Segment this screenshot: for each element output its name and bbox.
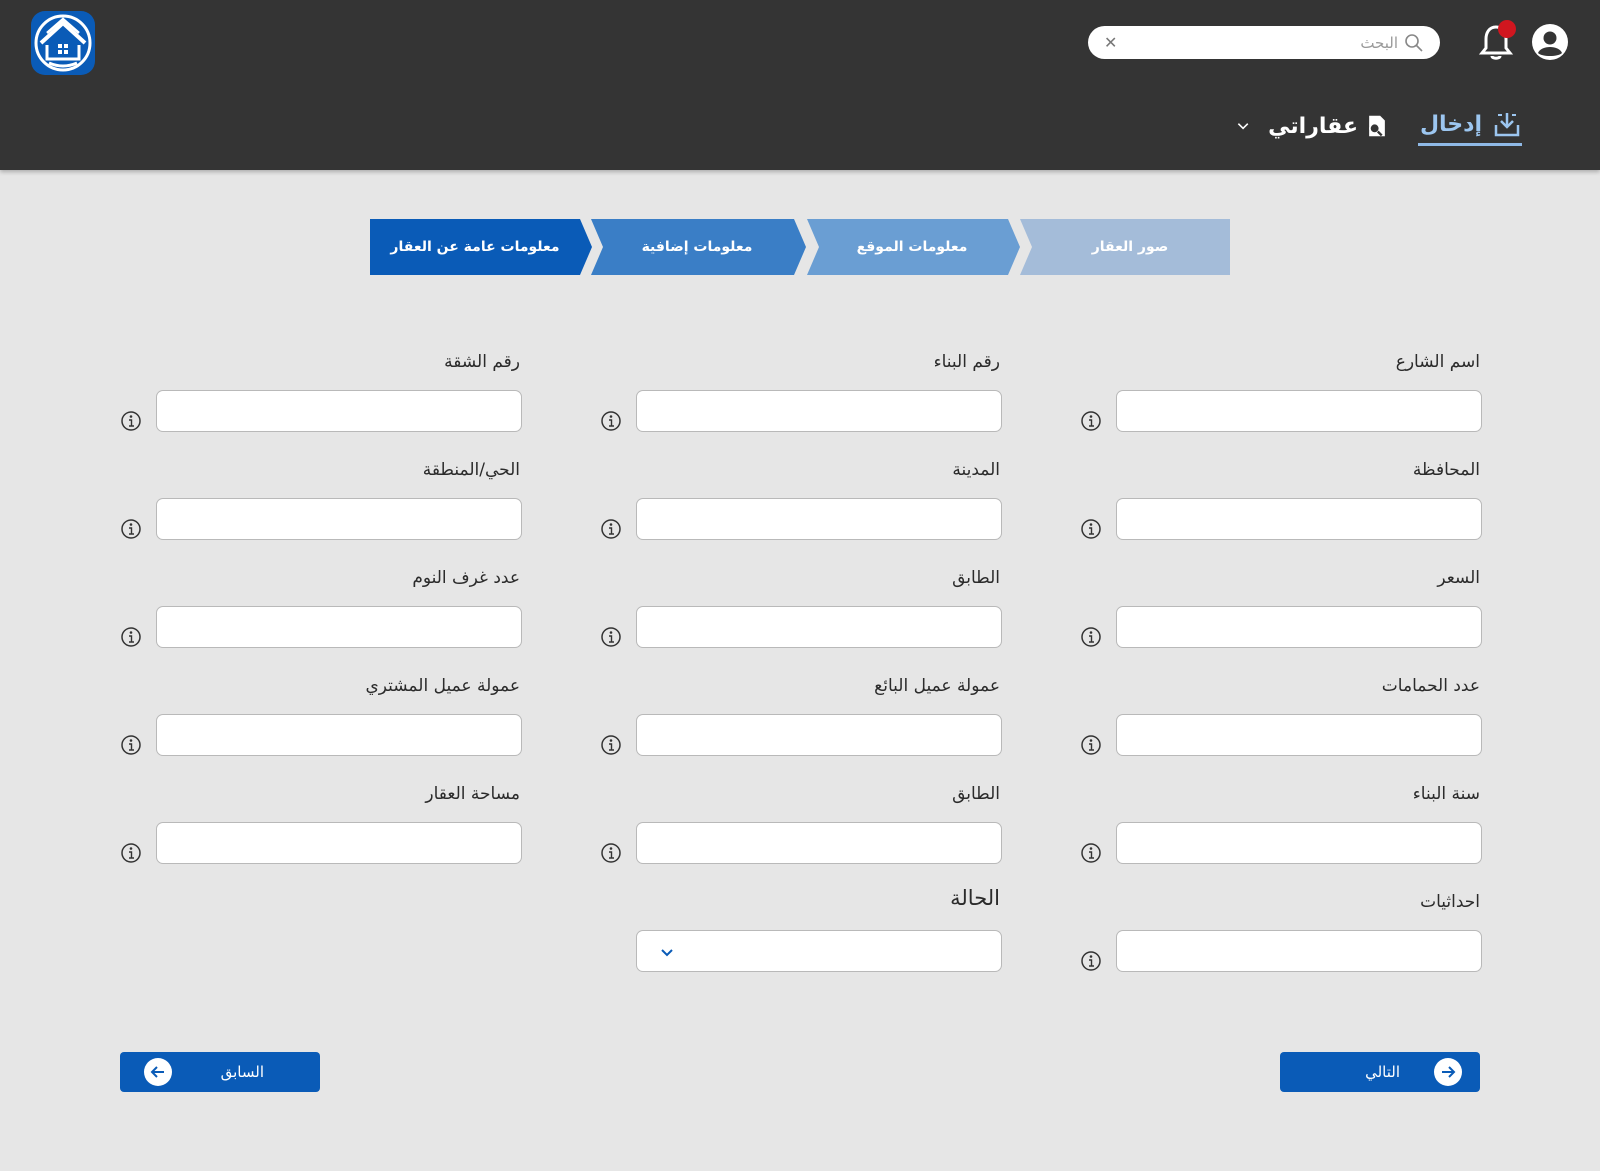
download-tray-icon	[1494, 112, 1520, 136]
info-icon[interactable]	[600, 842, 622, 864]
district-input[interactable]	[156, 498, 522, 540]
step-general-label: معلومات عامة عن العقار	[390, 239, 560, 255]
info-icon[interactable]	[120, 518, 142, 540]
field-label-district: الحي/المنطقة	[422, 460, 520, 480]
field-label-floor: الطابق	[952, 568, 1000, 588]
arrow-right-circle-icon	[1434, 1058, 1462, 1086]
field-label-floor-2: الطابق	[952, 784, 1000, 804]
info-icon[interactable]	[600, 518, 622, 540]
governorate-input[interactable]	[1116, 498, 1482, 540]
chevron-down-icon[interactable]	[1236, 117, 1250, 135]
step-property-photos[interactable]: صور العقار	[1030, 219, 1230, 275]
field-label-area: مساحة العقار	[425, 784, 520, 804]
bedrooms-input[interactable]	[156, 606, 522, 648]
search-icon	[1405, 33, 1423, 52]
previous-button[interactable]: السابق	[120, 1052, 320, 1092]
price-input[interactable]	[1116, 606, 1482, 648]
nav-entry-label: إدخال	[1419, 112, 1482, 137]
city-input[interactable]	[636, 498, 1002, 540]
field-label-apartment-number: رقم الشقة	[444, 352, 520, 372]
field-label-building-number: رقم البناء	[933, 352, 1000, 372]
field-label-city: المدينة	[952, 460, 1000, 480]
field-label-status: الحالة	[950, 886, 1000, 910]
info-icon[interactable]	[600, 410, 622, 432]
seller-commission-input[interactable]	[636, 714, 1002, 756]
field-label-bedrooms: عدد غرف النوم	[412, 568, 520, 588]
field-label-street: اسم الشارع	[1395, 352, 1480, 372]
status-select[interactable]	[636, 930, 1002, 972]
info-icon[interactable]	[600, 734, 622, 756]
street-name-input[interactable]	[1116, 390, 1482, 432]
next-button[interactable]: التالي	[1280, 1052, 1480, 1092]
info-icon[interactable]	[600, 626, 622, 648]
info-icon[interactable]	[120, 626, 142, 648]
user-avatar-icon[interactable]	[1532, 24, 1568, 60]
step-additional-label: معلومات إضافية	[641, 239, 753, 255]
coordinates-input[interactable]	[1116, 930, 1482, 972]
info-icon[interactable]	[1080, 518, 1102, 540]
field-label-price: السعر	[1437, 568, 1480, 588]
app-logo[interactable]	[31, 11, 95, 75]
info-icon[interactable]	[1080, 734, 1102, 756]
notification-dot	[1498, 20, 1516, 38]
progress-stepper: معلومات عامة عن العقار معلومات إضافية مع…	[370, 219, 1230, 275]
search-box[interactable]: ✕	[1088, 26, 1440, 59]
info-icon[interactable]	[1080, 410, 1102, 432]
floor-input[interactable]	[636, 606, 1002, 648]
info-icon[interactable]	[120, 734, 142, 756]
arrow-left-circle-icon	[144, 1058, 172, 1086]
field-label-governorate: المحافظة	[1412, 460, 1480, 480]
info-icon[interactable]	[1080, 950, 1102, 972]
nav-my-properties-label: عقاراتي	[1268, 113, 1358, 139]
field-label-year-built: سنة البناء	[1412, 784, 1480, 804]
chevron-down-icon	[661, 949, 673, 957]
year-built-input[interactable]	[1116, 822, 1482, 864]
nav-entry-link[interactable]: إدخال	[1418, 106, 1522, 146]
buyer-commission-input[interactable]	[156, 714, 522, 756]
clear-search-icon[interactable]: ✕	[1104, 34, 1117, 51]
field-label-bathrooms: عدد الحمامات	[1381, 676, 1480, 696]
field-label-seller-commission: عمولة عميل البائع	[874, 676, 1000, 696]
info-icon[interactable]	[1080, 842, 1102, 864]
step-additional-info[interactable]: معلومات إضافية	[596, 219, 798, 275]
info-icon[interactable]	[120, 410, 142, 432]
building-number-input[interactable]	[636, 390, 1002, 432]
header-bar: ✕ إدخال عقاراتي	[0, 0, 1600, 170]
previous-button-label: السابق	[220, 1063, 264, 1081]
search-input[interactable]	[1117, 33, 1398, 52]
field-label-coordinates: احداثيات	[1420, 892, 1480, 912]
document-search-icon	[1369, 115, 1385, 137]
apartment-number-input[interactable]	[156, 390, 522, 432]
step-location-info[interactable]: معلومات الموقع	[812, 219, 1012, 275]
area-input[interactable]	[156, 822, 522, 864]
field-label-buyer-commission: عمولة عميل المشتري	[365, 676, 520, 696]
next-button-label: التالي	[1365, 1063, 1400, 1081]
step-photos-label: صور العقار	[1091, 239, 1169, 255]
info-icon[interactable]	[120, 842, 142, 864]
bathrooms-input[interactable]	[1116, 714, 1482, 756]
step-location-label: معلومات الموقع	[856, 239, 968, 255]
nav-my-properties[interactable]: عقاراتي	[1236, 108, 1388, 144]
info-icon[interactable]	[1080, 626, 1102, 648]
step-general-info[interactable]: معلومات عامة عن العقار	[370, 219, 580, 275]
floor-2-input[interactable]	[636, 822, 1002, 864]
